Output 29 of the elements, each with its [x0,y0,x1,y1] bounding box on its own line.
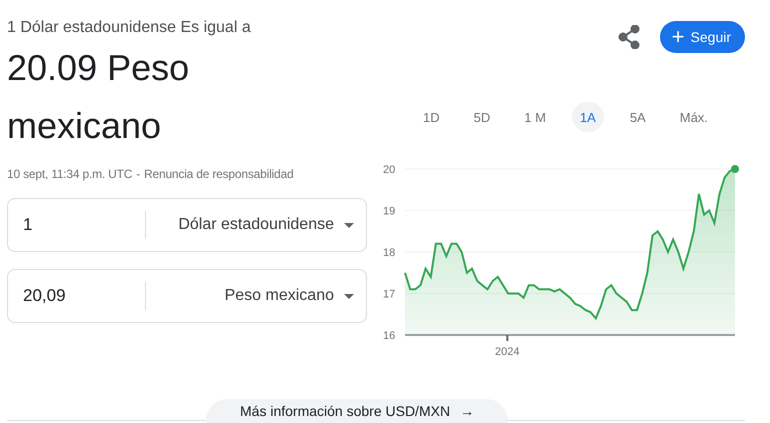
range-tab[interactable]: 1D [415,102,448,132]
currency-select[interactable]: Peso mexicano [224,287,334,305]
range-tab[interactable]: 1A [572,102,604,132]
follow-button[interactable]: + Seguir [660,21,745,53]
range-tab[interactable]: 1 M [516,102,554,132]
amount-value: 20,09 [8,282,146,310]
last-point [731,165,739,173]
y-tick-label: 18 [383,247,396,259]
intro-text: 1 Dólar estadounidense Es igual a [7,19,252,37]
y-tick-label: 19 [383,206,396,218]
result-heading: 20.09 Peso mexicano [7,46,190,148]
disclaimer-link[interactable]: Renuncia de responsabilidad [144,167,294,181]
range-tab[interactable]: Máx. [672,102,716,132]
range-tab[interactable]: 5A [622,102,654,132]
x-axis-label: 2024 [495,346,520,357]
y-tick-label: 20 [383,164,396,176]
currency-select[interactable]: Dólar estadounidense [178,216,334,234]
timestamp: 10 sept, 11:34 p.m. UTC [7,167,132,181]
converter-field[interactable]: 20,09 Peso mexicano [7,269,367,323]
share-icon[interactable] [618,25,640,49]
caret-icon [344,294,354,298]
caret-icon [344,222,354,228]
y-tick-label: 16 [383,330,396,342]
separator: - [136,167,140,181]
more-info-button[interactable]: Más información sobre USD/MXN → [206,399,508,423]
converter-field[interactable]: 1 Dólar estadounidense [7,198,367,252]
range-tab[interactable]: 5D [466,102,498,132]
amount-value: 1 [8,211,146,239]
y-tick-label: 17 [383,288,396,300]
